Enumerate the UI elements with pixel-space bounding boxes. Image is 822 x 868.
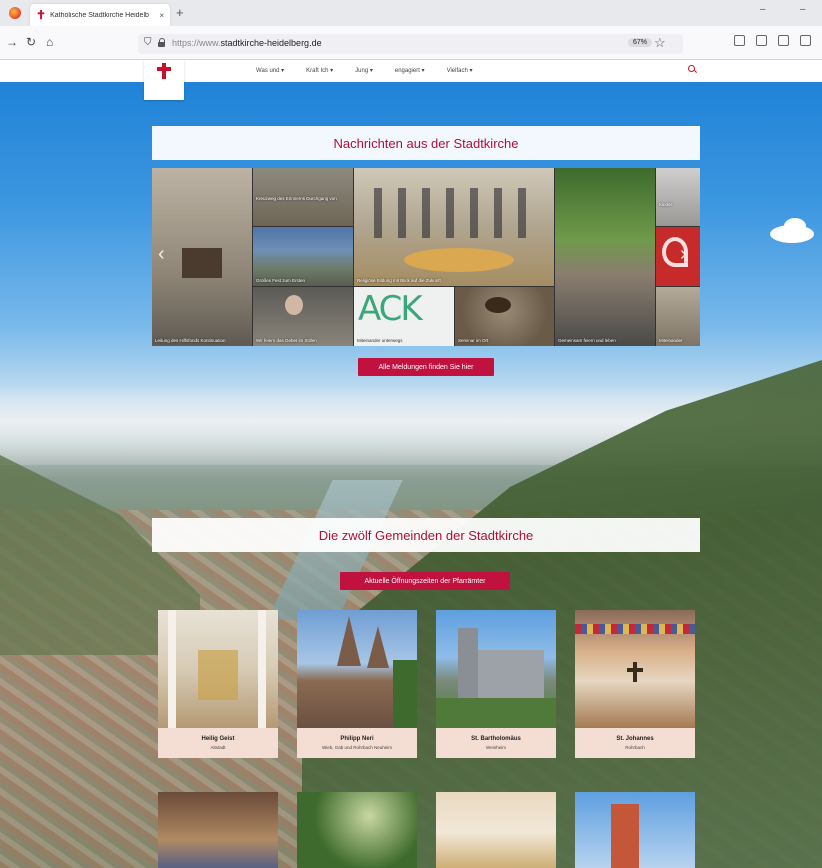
back-arrow-icon[interactable]: → bbox=[6, 35, 18, 49]
news-tile[interactable]: Wir feiern das Gebet im Stillen bbox=[253, 287, 353, 346]
lock-icon[interactable] bbox=[158, 38, 166, 48]
parishes-section-title: Die zwölf Gemeinden der Stadtkirche bbox=[152, 518, 700, 552]
parish-image[interactable] bbox=[158, 792, 278, 868]
parish-name: St. Bartholomäus bbox=[471, 736, 521, 742]
firefox-icon[interactable] bbox=[9, 7, 21, 19]
reload-icon[interactable]: ↻ bbox=[26, 35, 36, 49]
zoom-level-badge[interactable]: 67% bbox=[628, 38, 653, 47]
parish-image[interactable] bbox=[575, 792, 695, 868]
url-bar[interactable]: ⛉ https://www.stadtkirche-heidelberg.de … bbox=[138, 34, 683, 54]
news-section-title: Nachrichten aus der Stadtkirche bbox=[152, 126, 700, 160]
news-tile[interactable]: ACK Miteinander unterwegs bbox=[354, 287, 454, 346]
news-tile[interactable]: Seminar im Ort bbox=[455, 287, 554, 346]
browser-tab[interactable]: ✝ Katholische Stadtkirche Heidelb × bbox=[30, 4, 170, 26]
close-window-icon[interactable]: – bbox=[800, 4, 806, 15]
news-grid: Leitung des Hilfsfonds Kontinuation Kreu… bbox=[152, 168, 700, 346]
site-nav: Was und ▾ Kraft Ich ▾ Jung ▾ engagiert ▾… bbox=[256, 67, 473, 74]
news-tile[interactable]: Leitung des Hilfsfonds Kontinuation bbox=[152, 168, 252, 346]
parish-card[interactable]: Heilig Geist Altstadt bbox=[158, 610, 278, 758]
url-text[interactable]: https://www.stadtkirche-heidelberg.de bbox=[172, 38, 322, 48]
cloud bbox=[784, 218, 806, 234]
browser-tab-bar: ✝ Katholische Stadtkirche Heidelb × + – … bbox=[0, 0, 822, 26]
parish-image[interactable] bbox=[297, 792, 417, 868]
page-viewport: Was und ▾ Kraft Ich ▾ Jung ▾ engagiert ▾… bbox=[0, 60, 822, 868]
site-nav-item[interactable]: Was und ▾ bbox=[256, 67, 284, 74]
sidebar-icon[interactable] bbox=[778, 35, 789, 46]
news-tile[interactable]: Kinder bbox=[656, 168, 700, 226]
new-tab-button[interactable]: + bbox=[176, 5, 184, 20]
news-tile[interactable]: Kreuzweg des Erinnerns Durchgang von bbox=[253, 168, 353, 226]
cross-logo-icon bbox=[157, 63, 171, 79]
parish-card[interactable]: Philipp Neri Wieb, Gab und Rohrbach Neuh… bbox=[297, 610, 417, 758]
pocket-icon[interactable] bbox=[734, 35, 745, 46]
parish-name: Philipp Neri bbox=[340, 736, 374, 742]
news-tile[interactable]: Großes Fest zum Ersten bbox=[253, 227, 353, 286]
parish-name: Heilig Geist bbox=[201, 736, 235, 742]
site-nav-item[interactable]: Vielfach ▾ bbox=[447, 67, 473, 74]
search-icon[interactable] bbox=[688, 65, 695, 72]
parish-district: Altstadt bbox=[210, 745, 226, 750]
cross-favicon-icon: ✝ bbox=[36, 8, 47, 22]
tab-close-icon[interactable]: × bbox=[159, 11, 164, 20]
minimize-icon[interactable]: – bbox=[760, 4, 766, 15]
library-icon[interactable] bbox=[756, 35, 767, 46]
home-icon[interactable]: ⌂ bbox=[46, 35, 53, 49]
all-news-button[interactable]: Alle Meldungen finden Sie hier bbox=[358, 358, 494, 376]
parish-card[interactable]: St. Johannes Rohrbach bbox=[575, 610, 695, 758]
parish-image bbox=[436, 610, 556, 728]
news-tile[interactable]: Religiöse Bildung mit Blick auf die Zuku… bbox=[354, 168, 554, 286]
browser-nav-bar: → ↻ ⌂ ⛉ https://www.stadtkirche-heidelbe… bbox=[0, 26, 822, 60]
parish-image bbox=[575, 610, 695, 728]
menu-icon[interactable] bbox=[800, 35, 811, 46]
parish-image bbox=[297, 610, 417, 728]
carousel-next-icon[interactable]: › bbox=[680, 244, 687, 264]
star-icon[interactable]: ☆ bbox=[654, 35, 666, 51]
parish-image bbox=[158, 610, 278, 728]
news-tile[interactable] bbox=[656, 227, 700, 286]
parish-district: Weinheim bbox=[486, 745, 506, 750]
parish-district: Rohrbach bbox=[625, 745, 645, 750]
shield-icon[interactable]: ⛉ bbox=[144, 37, 152, 48]
parish-card[interactable]: St. Bartholomäus Weinheim bbox=[436, 610, 556, 758]
carousel-prev-icon[interactable]: ‹ bbox=[158, 244, 165, 264]
news-tile[interactable]: Gemeinsam feiern und leben bbox=[555, 168, 655, 346]
news-tile[interactable]: Miteinander bbox=[656, 287, 700, 346]
opening-hours-button[interactable]: Aktuelle Öffnungszeiten der Pfarrämter bbox=[340, 572, 510, 590]
site-logo[interactable] bbox=[144, 60, 184, 100]
parish-image[interactable] bbox=[436, 792, 556, 868]
site-nav-item[interactable]: Jung ▾ bbox=[355, 67, 373, 74]
parish-name: St. Johannes bbox=[616, 736, 654, 742]
site-header: Was und ▾ Kraft Ich ▾ Jung ▾ engagiert ▾… bbox=[0, 60, 822, 82]
parish-district: Wieb, Gab und Rohrbach Neuheim bbox=[321, 745, 393, 750]
tab-title: Katholische Stadtkirche Heidelb bbox=[50, 11, 149, 19]
site-nav-item[interactable]: engagiert ▾ bbox=[395, 67, 425, 74]
ack-logo-text: ACK bbox=[358, 289, 423, 329]
site-nav-item[interactable]: Kraft Ich ▾ bbox=[306, 67, 333, 74]
